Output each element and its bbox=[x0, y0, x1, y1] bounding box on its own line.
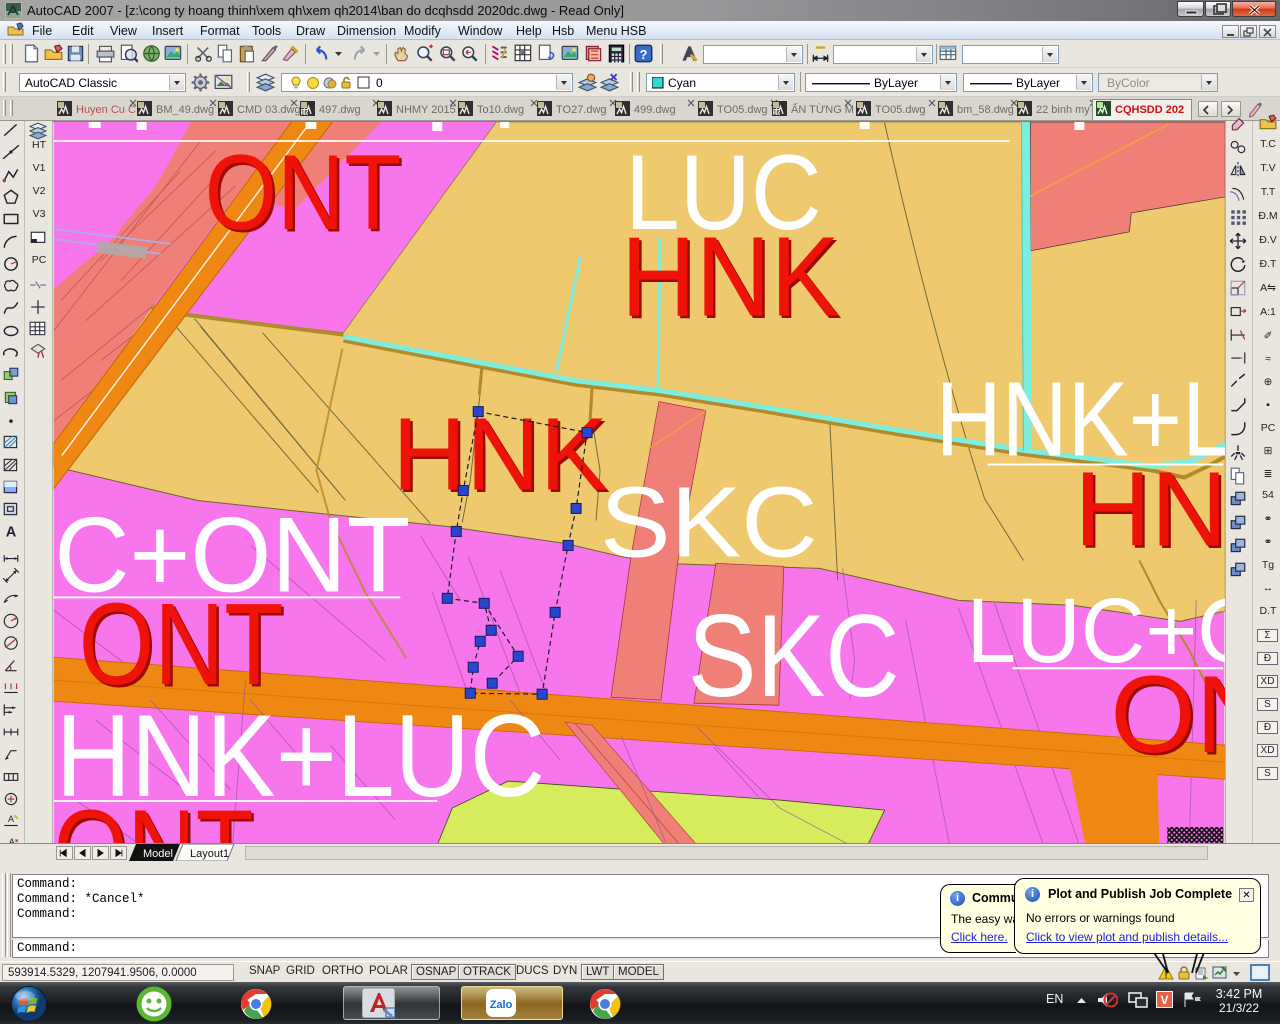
svg-text:A: A bbox=[6, 525, 17, 540]
svg-text:ONT: ONT bbox=[205, 132, 402, 252]
svg-text:Zalo: Zalo bbox=[490, 999, 513, 1011]
svg-text:16: 16 bbox=[301, 111, 308, 117]
svg-text:SKC: SKC bbox=[688, 590, 900, 721]
svg-text:ONT: ONT bbox=[1110, 654, 1225, 776]
svg-text:?: ? bbox=[640, 47, 648, 62]
svg-text:HNK: HNK bbox=[1074, 450, 1225, 568]
svg-text:SKC: SKC bbox=[600, 467, 818, 578]
svg-text:A: A bbox=[8, 814, 14, 824]
svg-text:ONT: ONT bbox=[54, 788, 254, 843]
svg-text:HNK: HNK bbox=[392, 396, 608, 511]
svg-text:Model: Model bbox=[143, 848, 173, 860]
svg-text:HNK: HNK bbox=[621, 214, 840, 340]
svg-text:Layout1: Layout1 bbox=[190, 848, 229, 860]
svg-text:16: 16 bbox=[773, 111, 780, 117]
